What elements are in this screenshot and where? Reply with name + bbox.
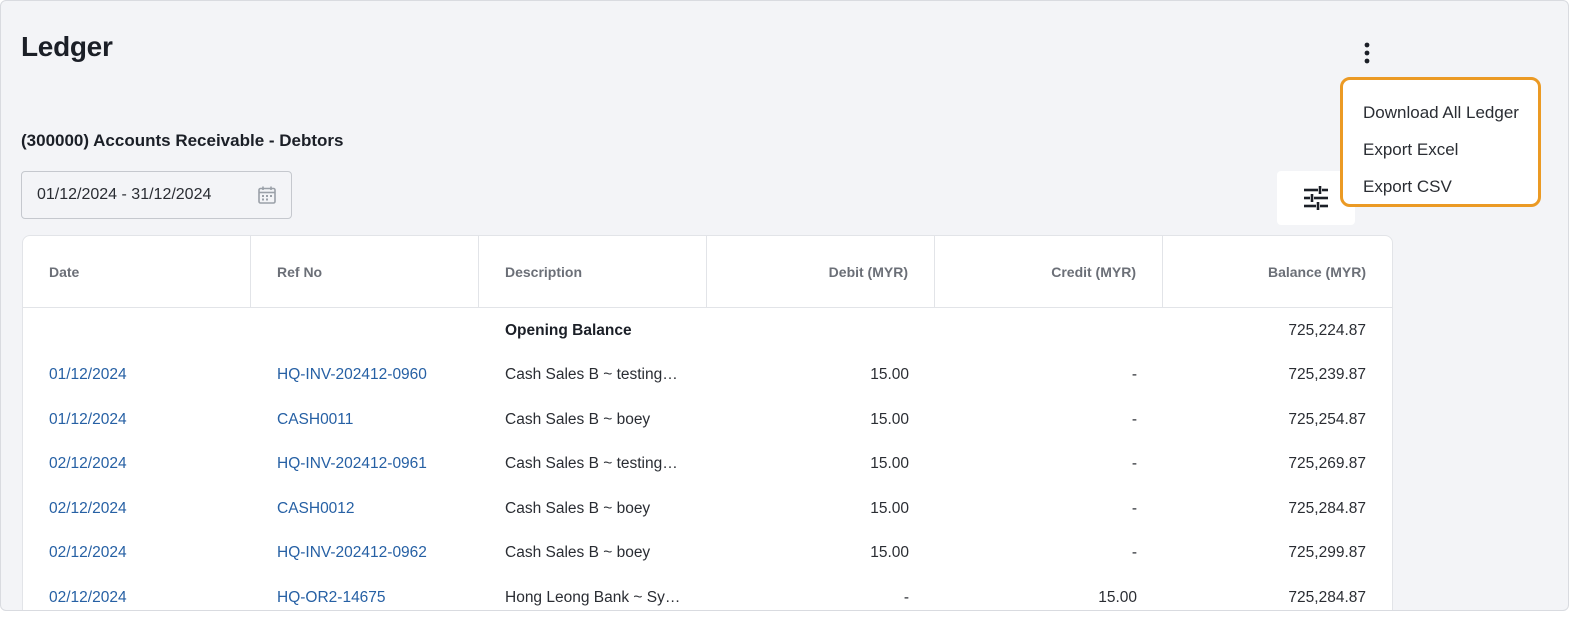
description-cell: Cash Sales B ~ boey (505, 499, 651, 517)
opening-balance-value: 725,224.87 (1288, 321, 1366, 339)
debit-cell: - (903, 588, 909, 606)
table-row: 01/12/2024 CASH0011 Cash Sales B ~ boey … (23, 398, 1392, 443)
calendar-icon[interactable] (257, 185, 277, 205)
opening-balance-label: Opening Balance (505, 321, 632, 339)
menu-item-export-excel[interactable]: Export Excel (1343, 131, 1538, 168)
credit-cell: - (1131, 455, 1137, 473)
credit-cell: - (1131, 544, 1137, 562)
sliders-icon (1303, 186, 1329, 210)
menu-item-export-csv[interactable]: Export CSV (1343, 168, 1538, 205)
menu-item-download-all-ledger[interactable]: Download All Ledger (1343, 94, 1538, 131)
ref-no-link[interactable]: HQ-INV-202412-0960 (251, 366, 479, 384)
balance-cell: 725,284.87 (1288, 588, 1366, 606)
ledger-table: Date Ref No Description Debit (MYR) Cred… (22, 235, 1393, 611)
balance-cell: 725,269.87 (1288, 455, 1366, 473)
credit-cell: - (1131, 499, 1137, 517)
description-cell: Cash Sales B ~ boey (505, 410, 651, 428)
ref-no-link[interactable]: HQ-INV-202412-0961 (251, 455, 479, 473)
balance-cell: 725,284.87 (1288, 499, 1366, 517)
credit-cell: - (1131, 366, 1137, 384)
balance-cell: 725,254.87 (1288, 410, 1366, 428)
table-row: 02/12/2024 CASH0012 Cash Sales B ~ boey … (23, 487, 1392, 532)
table-row: 02/12/2024 HQ-OR2-14675 Hong Leong Bank … (23, 576, 1392, 611)
more-options-button[interactable] (1353, 39, 1381, 67)
ref-no-link[interactable]: HQ-OR2-14675 (251, 589, 479, 607)
page-title: Ledger (21, 31, 113, 62)
column-header-credit[interactable]: Credit (MYR) (935, 236, 1163, 307)
table-row: 02/12/2024 HQ-INV-202412-0961 Cash Sales… (23, 442, 1392, 487)
date-range-input[interactable]: 01/12/2024 - 31/12/2024 (21, 171, 292, 219)
more-vertical-icon (1364, 42, 1370, 64)
credit-cell: 15.00 (1098, 588, 1137, 606)
ref-no-link[interactable]: CASH0011 (251, 411, 479, 429)
date-link[interactable]: 02/12/2024 (23, 455, 251, 473)
date-link[interactable]: 01/12/2024 (23, 411, 251, 429)
column-header-debit[interactable]: Debit (MYR) (707, 236, 935, 307)
ref-no-link[interactable]: HQ-INV-202412-0962 (251, 544, 479, 562)
opening-balance-row: Opening Balance 725,224.87 (23, 308, 1392, 353)
date-range-value: 01/12/2024 - 31/12/2024 (37, 186, 212, 203)
debit-cell: 15.00 (870, 410, 909, 428)
date-link[interactable]: 01/12/2024 (23, 366, 251, 384)
table-row: 02/12/2024 HQ-INV-202412-0962 Cash Sales… (23, 531, 1392, 576)
description-cell: Hong Leong Bank ~ Sy… (505, 588, 681, 606)
debit-cell: 15.00 (870, 499, 909, 517)
column-header-description[interactable]: Description (479, 236, 707, 307)
debit-cell: 15.00 (870, 455, 909, 473)
ledger-page: Ledger (300000) Accounts Receivable - De… (0, 0, 1569, 611)
description-cell: Cash Sales B ~ testing… (505, 366, 678, 384)
date-link[interactable]: 02/12/2024 (23, 500, 251, 518)
date-link[interactable]: 02/12/2024 (23, 589, 251, 607)
ref-no-link[interactable]: CASH0012 (251, 500, 479, 518)
more-options-menu: Download All Ledger Export Excel Export … (1340, 77, 1541, 207)
date-link[interactable]: 02/12/2024 (23, 544, 251, 562)
balance-cell: 725,299.87 (1288, 544, 1366, 562)
credit-cell: - (1131, 410, 1137, 428)
description-cell: Cash Sales B ~ testing… (505, 455, 678, 473)
description-cell: Cash Sales B ~ boey (505, 544, 651, 562)
column-header-date[interactable]: Date (23, 236, 251, 307)
account-title: (300000) Accounts Receivable - Debtors (21, 131, 344, 150)
column-header-ref-no[interactable]: Ref No (251, 236, 479, 307)
table-header: Date Ref No Description Debit (MYR) Cred… (23, 236, 1392, 308)
debit-cell: 15.00 (870, 544, 909, 562)
table-row: 01/12/2024 HQ-INV-202412-0960 Cash Sales… (23, 353, 1392, 398)
column-header-balance[interactable]: Balance (MYR) (1163, 236, 1392, 307)
balance-cell: 725,239.87 (1288, 366, 1366, 384)
table-body: Opening Balance 725,224.87 01/12/2024 HQ… (23, 308, 1392, 611)
debit-cell: 15.00 (870, 366, 909, 384)
